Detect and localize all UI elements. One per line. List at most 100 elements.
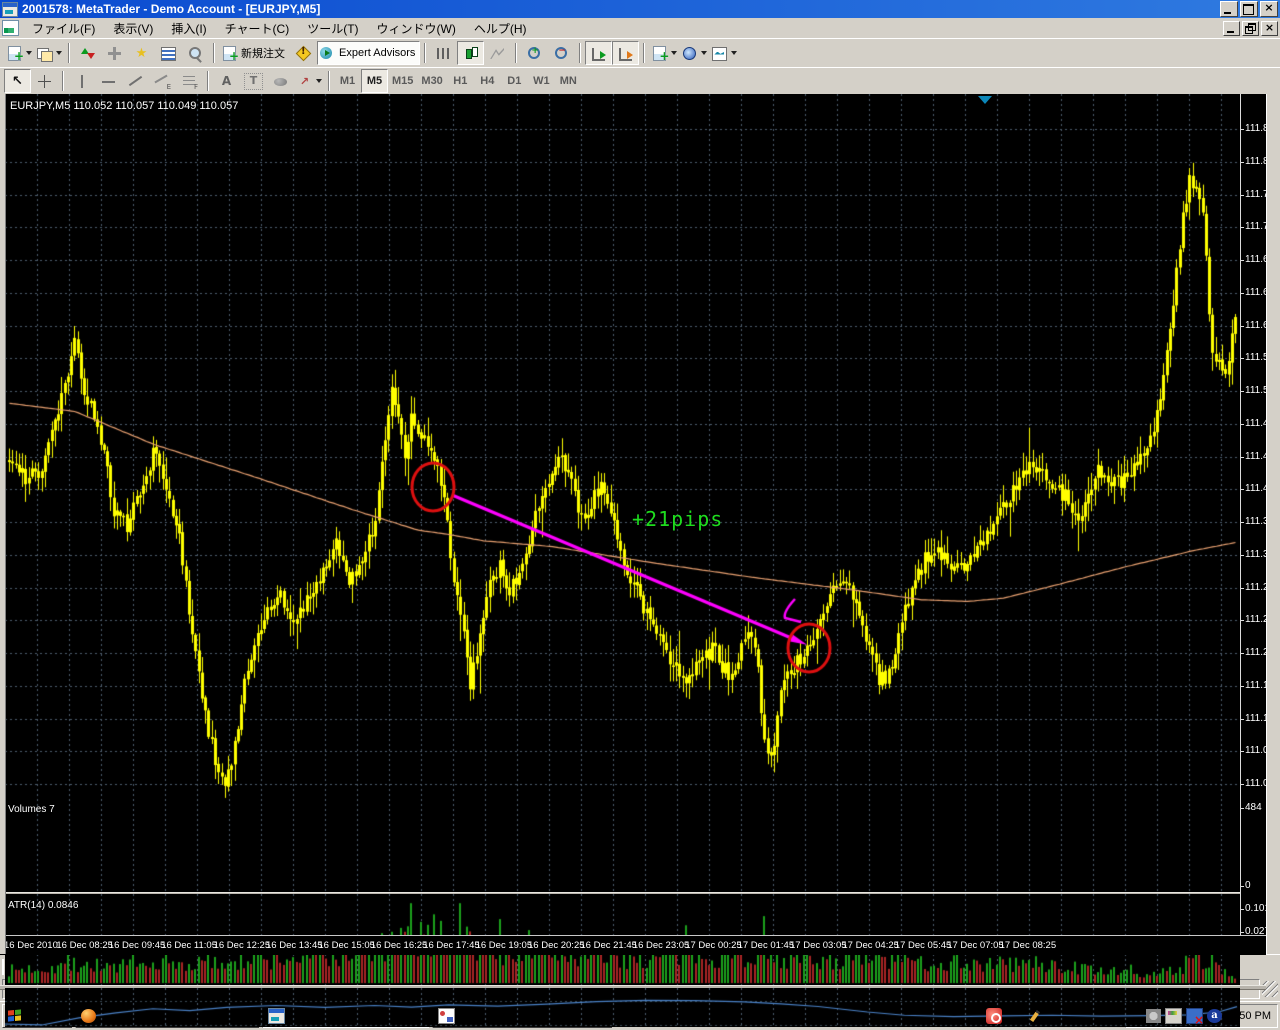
clock-icon bbox=[681, 46, 698, 61]
templates-button[interactable] bbox=[709, 41, 739, 65]
text-button[interactable] bbox=[213, 69, 240, 93]
chart-window-icon[interactable] bbox=[2, 20, 19, 36]
ea-icon bbox=[319, 46, 336, 61]
child-restore-button[interactable] bbox=[1242, 21, 1259, 36]
vertical-line-button[interactable] bbox=[68, 69, 95, 93]
profiles-button[interactable] bbox=[34, 41, 64, 65]
menu-file[interactable]: ファイル(F) bbox=[23, 18, 104, 39]
chart-line-button[interactable] bbox=[484, 41, 511, 65]
dropdown-arrow-icon bbox=[316, 79, 322, 83]
chart-bars-button[interactable] bbox=[430, 41, 457, 65]
timeframe-m5-button[interactable]: M5 bbox=[361, 69, 388, 93]
time-tick-label: 16 Dec 17:45 bbox=[423, 940, 480, 951]
timeframe-m15-button[interactable]: M15 bbox=[388, 69, 417, 93]
zoom-out-button[interactable] bbox=[548, 41, 575, 65]
timeframe-label: H4 bbox=[480, 75, 494, 87]
security-tray-icon[interactable] bbox=[986, 1008, 1002, 1024]
new-order-button-label: 新規注文 bbox=[241, 45, 285, 61]
child-minimize-button[interactable] bbox=[1223, 21, 1240, 36]
text-label-button[interactable] bbox=[240, 69, 267, 93]
template-icon bbox=[711, 46, 728, 61]
price-tick bbox=[1241, 326, 1244, 327]
chart-candles-button[interactable] bbox=[457, 41, 484, 65]
menu-help[interactable]: ヘルプ(H) bbox=[465, 18, 536, 39]
cursor-icon bbox=[9, 74, 26, 89]
crosshair-move-icon bbox=[106, 46, 123, 61]
menu-window[interactable]: ウィンドウ(W) bbox=[368, 18, 465, 39]
toolbar-separator bbox=[62, 71, 64, 91]
new-order-button[interactable]: +新規注文 bbox=[219, 41, 290, 65]
menu-insert[interactable]: 挿入(I) bbox=[162, 18, 215, 39]
expert-advisors-button[interactable]: Expert Advisors bbox=[317, 41, 420, 65]
fibonacci-button[interactable] bbox=[176, 69, 203, 93]
network-error-tray-icon[interactable] bbox=[1186, 1008, 1203, 1024]
timeframe-h4-button[interactable]: H4 bbox=[474, 69, 501, 93]
trendline-button[interactable] bbox=[122, 69, 149, 93]
main-toolbar: + +新規注文 Expert Advisors + bbox=[0, 38, 1280, 67]
timeframe-label: H1 bbox=[453, 75, 467, 87]
bars-icon bbox=[435, 46, 452, 61]
time-tick-label: 16 Dec 15:05 bbox=[318, 940, 375, 951]
timeframe-m30-button[interactable]: M30 bbox=[417, 69, 446, 93]
toolbar-separator bbox=[207, 71, 209, 91]
indicators-button[interactable]: + bbox=[649, 41, 679, 65]
periods-button[interactable] bbox=[679, 41, 709, 65]
crosshair-button[interactable] bbox=[31, 69, 58, 93]
new-chart-button[interactable]: + bbox=[4, 41, 34, 65]
zoom-in-button[interactable] bbox=[521, 41, 548, 65]
minimize-button[interactable] bbox=[1220, 1, 1238, 17]
timeframe-mn-button[interactable]: MN bbox=[555, 69, 582, 93]
trendline-icon bbox=[127, 74, 144, 89]
alerts-button[interactable] bbox=[290, 41, 317, 65]
child-close-button[interactable]: × bbox=[1261, 21, 1278, 36]
time-tick-label: 16 Dec 09:45 bbox=[109, 940, 166, 951]
price-tick bbox=[1241, 391, 1244, 392]
navigator-button[interactable] bbox=[128, 41, 155, 65]
terminal-button[interactable] bbox=[155, 41, 182, 65]
text-icon bbox=[218, 74, 235, 89]
time-tick-label: 16 Dec 19:05 bbox=[476, 940, 533, 951]
title-bar[interactable]: 2001578: MetaTrader - Demo Account - [EU… bbox=[0, 0, 1280, 18]
toolbar-separator bbox=[515, 43, 517, 63]
printer-tray-icon[interactable] bbox=[1165, 1008, 1182, 1024]
time-tick-label: 16 Dec 20:25 bbox=[528, 940, 585, 951]
menu-view[interactable]: 表示(V) bbox=[104, 18, 162, 39]
menu-tools[interactable]: ツール(T) bbox=[298, 18, 367, 39]
timeframe-h1-button[interactable]: H1 bbox=[447, 69, 474, 93]
timeframe-d1-button[interactable]: D1 bbox=[501, 69, 528, 93]
close-button[interactable]: × bbox=[1260, 1, 1278, 17]
time-tick-label: 16 Dec 2010 bbox=[4, 940, 58, 951]
price-tick bbox=[1241, 686, 1244, 687]
time-axis[interactable]: 16 Dec 201016 Dec 08:2516 Dec 09:4516 De… bbox=[0, 935, 1266, 955]
timeframe-m1-button[interactable]: M1 bbox=[334, 69, 361, 93]
price-chart-canvas[interactable] bbox=[5, 94, 1240, 892]
auto-scroll-button[interactable] bbox=[585, 41, 612, 65]
chart-plus-icon: + bbox=[651, 46, 668, 61]
time-tick-label: 16 Dec 16:25 bbox=[371, 940, 428, 951]
arrows-button[interactable] bbox=[294, 69, 324, 93]
timeframe-w1-button[interactable]: W1 bbox=[528, 69, 555, 93]
timeframe-label: W1 bbox=[533, 75, 550, 87]
chart-shift-button[interactable] bbox=[612, 41, 639, 65]
ellipse-button[interactable] bbox=[267, 69, 294, 93]
chart-left-border bbox=[0, 94, 6, 954]
settings-tray-icon[interactable] bbox=[1146, 1009, 1161, 1023]
time-tick-label: 16 Dec 23:05 bbox=[633, 940, 690, 951]
price-axis[interactable]: 111.855111.815111.775111.735111.695111.6… bbox=[1240, 94, 1267, 935]
chart-shift-marker[interactable] bbox=[978, 96, 992, 104]
zoom-in-icon bbox=[526, 46, 543, 61]
atr-pane-canvas[interactable] bbox=[5, 988, 1240, 1027]
horizontal-line-button[interactable] bbox=[95, 69, 122, 93]
maximize-button[interactable] bbox=[1240, 1, 1258, 17]
data-window-button[interactable] bbox=[101, 41, 128, 65]
toolbar-separator bbox=[328, 71, 330, 91]
fibo-icon bbox=[181, 74, 198, 89]
hline-icon bbox=[100, 74, 117, 89]
ohlc-readout: EURJPY,M5 110.052 110.057 110.049 110.05… bbox=[10, 100, 238, 112]
equidistant-channel-button[interactable] bbox=[149, 69, 176, 93]
strategy-tester-button[interactable] bbox=[182, 41, 209, 65]
menu-chart[interactable]: チャート(C) bbox=[216, 18, 299, 39]
browser-tray-icon[interactable]: a bbox=[1207, 1009, 1222, 1023]
market-watch-button[interactable] bbox=[74, 41, 101, 65]
cursor-button[interactable] bbox=[4, 69, 31, 93]
